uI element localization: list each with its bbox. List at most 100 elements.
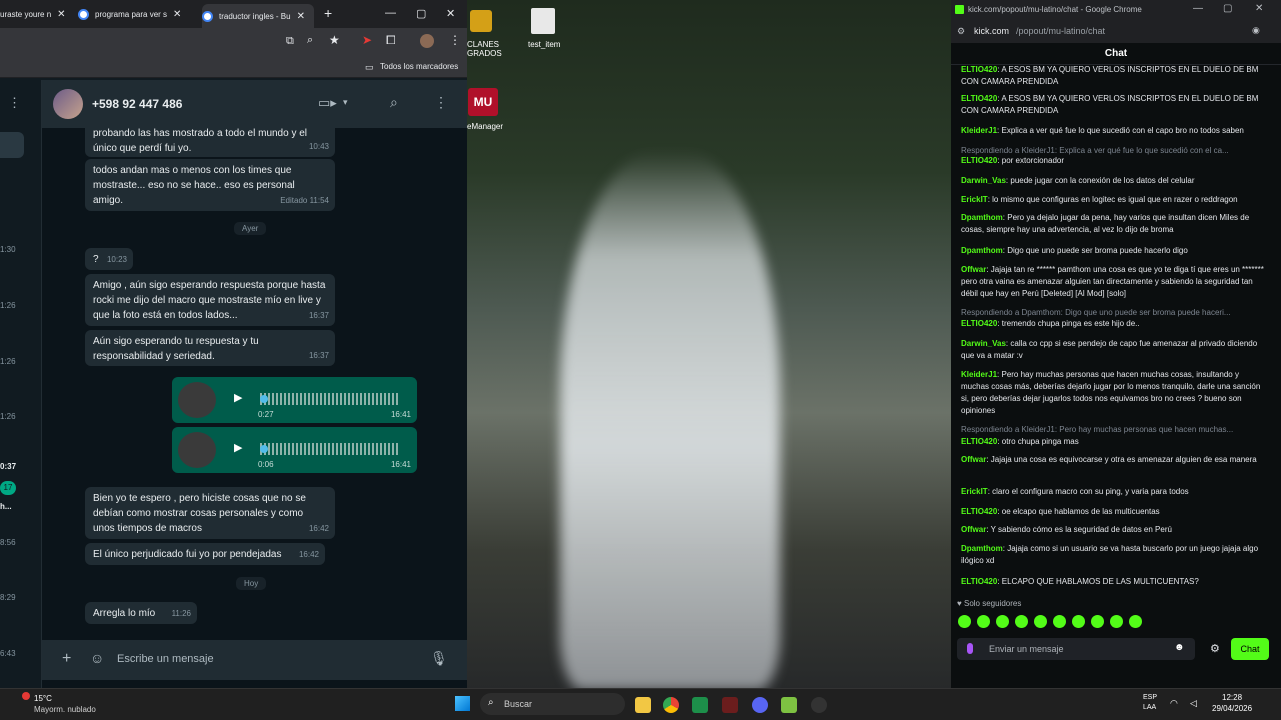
chat-username[interactable]: Dpamthom: [961, 246, 1003, 255]
discord-icon[interactable]: [752, 697, 768, 713]
date[interactable]: 29/04/2026: [1212, 704, 1252, 713]
emote-icon[interactable]: [1091, 615, 1104, 628]
play-icon[interactable]: ▶: [234, 391, 242, 404]
seek-handle[interactable]: [260, 445, 268, 453]
chevron-down-icon[interactable]: ▾: [343, 97, 348, 108]
voice-note[interactable]: ▶ 0:27 16:41: [172, 377, 417, 423]
emote-icon[interactable]: [1015, 615, 1028, 628]
chat-username[interactable]: KleiderJ1: [961, 126, 997, 135]
microphone-icon[interactable]: 🎙: [430, 650, 448, 667]
chat-username[interactable]: ELTIO420: [961, 507, 997, 516]
play-icon[interactable]: ▶: [234, 441, 242, 454]
chat-username[interactable]: ELTIO420: [961, 437, 997, 446]
menu-icon[interactable]: ⋮: [434, 94, 448, 111]
chat-username[interactable]: Darwin_Vas: [961, 339, 1006, 348]
minimize-icon[interactable]: —: [1193, 3, 1203, 14]
chat-username[interactable]: ELTIO420: [961, 156, 997, 165]
chat-username[interactable]: ErickIT: [961, 487, 988, 496]
menu-icon[interactable]: ⋮: [449, 33, 461, 47]
language-indicator[interactable]: ESP: [1143, 694, 1157, 701]
chat-username[interactable]: Dpamthom: [961, 544, 1003, 553]
language-sub[interactable]: LAA: [1143, 704, 1156, 711]
emoji-icon[interactable]: ☺: [90, 650, 104, 666]
close-icon[interactable]: ✕: [297, 11, 305, 22]
chat-username[interactable]: ELTIO420: [961, 577, 997, 586]
video-call-icon[interactable]: ▭▸: [318, 95, 337, 111]
zoom-icon[interactable]: ⌕: [307, 34, 313, 47]
emote-bar[interactable]: [958, 615, 1148, 633]
file-icon[interactable]: [531, 8, 555, 34]
emote-icon[interactable]: [1129, 615, 1142, 628]
settings-icon[interactable]: ⚙: [1210, 642, 1220, 655]
all-bookmarks-link[interactable]: Todos los marcadores: [380, 62, 458, 71]
chrome-icon[interactable]: [663, 697, 679, 713]
volume-icon[interactable]: ◁: [1190, 698, 1197, 709]
close-window-icon[interactable]: ✕: [446, 7, 455, 20]
close-icon[interactable]: ✕: [57, 9, 65, 20]
chat-input[interactable]: Enviar un mensaje ☻: [957, 638, 1195, 660]
chat-username[interactable]: Dpamthom: [961, 213, 1003, 222]
file-explorer-icon[interactable]: [635, 697, 651, 713]
extensions-puzzle-icon[interactable]: ⧠: [386, 33, 396, 48]
emote-icon[interactable]: [958, 615, 971, 628]
chat-username[interactable]: Offwar: [961, 525, 986, 534]
avatar[interactable]: [53, 89, 83, 119]
emote-icon[interactable]: [1110, 615, 1123, 628]
emote-icon[interactable]: [1072, 615, 1085, 628]
star-icon[interactable]: ★: [329, 33, 340, 47]
voice-note[interactable]: ▶ 0:06 16:41: [172, 427, 417, 473]
desktop-icon-label[interactable]: eManager: [467, 122, 503, 131]
app-icon[interactable]: [811, 697, 827, 713]
folder-icon[interactable]: [470, 10, 492, 32]
mic-icon[interactable]: [967, 643, 973, 654]
app-icon[interactable]: [781, 697, 797, 713]
maximize-icon[interactable]: ▢: [416, 7, 426, 20]
weather-desc[interactable]: Mayorm. nublado: [34, 705, 96, 714]
close-window-icon[interactable]: ✕: [1255, 3, 1263, 14]
message-input[interactable]: Escribe un mensaje: [117, 653, 214, 665]
chat-username[interactable]: ErickIT: [961, 195, 988, 204]
plus-icon[interactable]: +: [62, 650, 71, 668]
kick-address-bar[interactable]: ⚙ kick.com /popout/mu-latino/chat ◉: [951, 21, 1281, 43]
waveform[interactable]: [260, 443, 400, 455]
weather-temp[interactable]: 15°C: [34, 694, 52, 703]
excel-icon[interactable]: [692, 697, 708, 713]
tab-2[interactable]: programa para ver s ✕: [78, 3, 196, 25]
seek-handle[interactable]: [260, 395, 268, 403]
tab-1[interactable]: uraste youre n ✕: [0, 3, 70, 25]
close-icon[interactable]: ✕: [173, 9, 181, 20]
search-icon[interactable]: ⌕: [390, 94, 398, 111]
menu-icon[interactable]: ⋮: [8, 95, 21, 111]
extension-icon[interactable]: ➤: [362, 33, 372, 47]
address-bar[interactable]: ⧉ ⌕ ★ ➤ ⧠ ⋮: [0, 28, 467, 56]
send-chat-button[interactable]: Chat: [1231, 638, 1269, 660]
contact-name[interactable]: +598 92 447 486: [92, 97, 182, 111]
game-app-icon[interactable]: [722, 697, 738, 713]
chat-username[interactable]: KleiderJ1: [961, 370, 997, 379]
wifi-icon[interactable]: ◠: [1170, 698, 1178, 709]
maximize-icon[interactable]: ▢: [1223, 3, 1232, 14]
emote-icon[interactable]: [1053, 615, 1066, 628]
install-icon[interactable]: ⧉: [286, 35, 294, 48]
chat-username[interactable]: Darwin_Vas: [961, 176, 1006, 185]
chat-username[interactable]: ELTIO420: [961, 94, 997, 103]
desktop-icon-label[interactable]: CLANES GRADOS: [467, 40, 502, 58]
selected-chat-indicator[interactable]: [0, 132, 24, 158]
chat-username[interactable]: Offwar: [961, 455, 986, 464]
emoji-icon[interactable]: ☻: [1174, 642, 1185, 653]
waveform[interactable]: [260, 393, 400, 405]
mu-app-icon[interactable]: MU: [468, 88, 498, 116]
search-box[interactable]: ⌕ Buscar: [480, 693, 625, 715]
emote-icon[interactable]: [977, 615, 990, 628]
chat-username[interactable]: Offwar: [961, 265, 986, 274]
chat-username[interactable]: ELTIO420: [961, 319, 997, 328]
windows-start-icon[interactable]: [455, 696, 470, 711]
site-info-icon[interactable]: ⚙: [957, 26, 965, 37]
chat-header[interactable]: +598 92 447 486 ▭▸ ▾ ⌕ ⋮: [42, 80, 467, 128]
eye-off-icon[interactable]: ◉: [1252, 25, 1260, 36]
clock[interactable]: 12:28: [1222, 693, 1242, 702]
minimize-icon[interactable]: —: [385, 7, 396, 19]
emote-icon[interactable]: [996, 615, 1009, 628]
tab-3[interactable]: traductor ingles - Bu ✕: [202, 4, 314, 28]
desktop-icon-label[interactable]: test_item: [528, 40, 560, 49]
